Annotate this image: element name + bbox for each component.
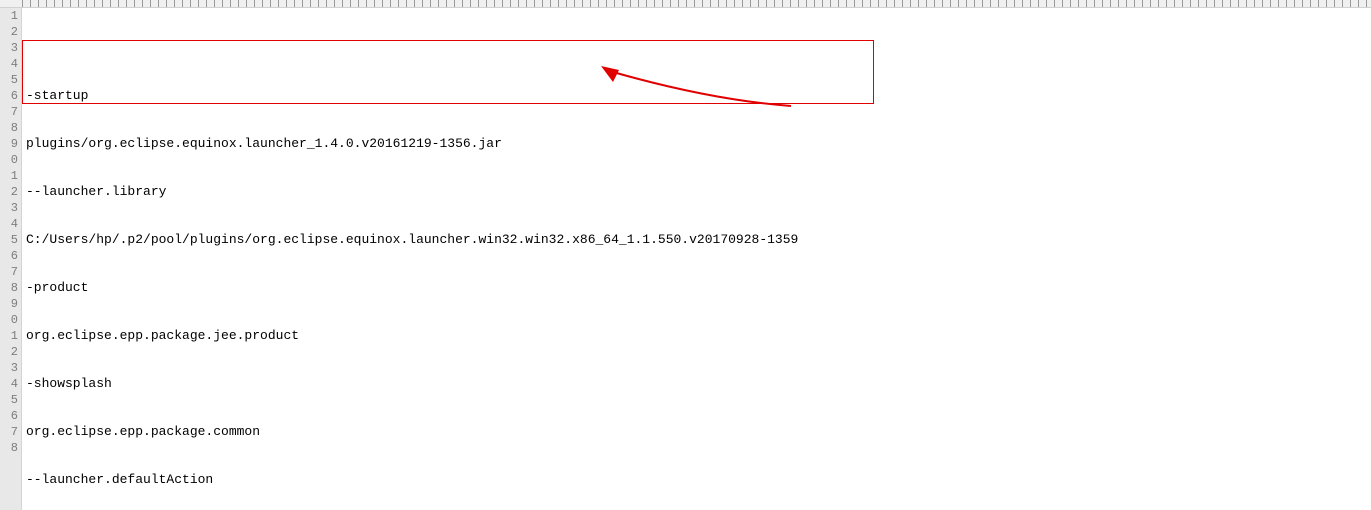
line-number: 5 (0, 392, 18, 408)
line-number: 1 (0, 328, 18, 344)
line-number: 1 (0, 168, 18, 184)
line-number: 9 (0, 136, 18, 152)
line-number: 7 (0, 104, 18, 120)
line-number: 4 (0, 376, 18, 392)
line-number: 9 (0, 296, 18, 312)
code-content[interactable]: -startup plugins/org.eclipse.equinox.lau… (22, 8, 1371, 510)
code-text: -startup (26, 88, 88, 103)
editor-ruler (0, 0, 1371, 8)
code-line[interactable]: -showsplash (26, 376, 1371, 392)
code-line[interactable]: plugins/org.eclipse.equinox.launcher_1.4… (26, 136, 1371, 152)
code-line[interactable]: org.eclipse.epp.package.common (26, 424, 1371, 440)
code-line[interactable]: --launcher.library (26, 184, 1371, 200)
line-number: 0 (0, 152, 18, 168)
line-number: 2 (0, 184, 18, 200)
line-number: 4 (0, 216, 18, 232)
code-line[interactable]: -product (26, 280, 1371, 296)
line-number: 8 (0, 440, 18, 456)
line-number: 3 (0, 200, 18, 216)
line-number: 8 (0, 120, 18, 136)
code-line[interactable]: org.eclipse.epp.package.jee.product (26, 328, 1371, 344)
line-number: 1 (0, 8, 18, 24)
code-text: -product (26, 280, 88, 295)
line-number: 3 (0, 360, 18, 376)
editor-area[interactable]: 1 2 3 4 5 6 7 8 9 0 1 2 3 4 5 6 7 8 9 0 … (0, 8, 1371, 510)
red-arrow-annotation (554, 50, 744, 90)
code-text: --launcher.library (26, 184, 166, 199)
code-line[interactable]: -startup (26, 88, 1371, 104)
code-text: C:/Users/hp/.p2/pool/plugins/org.eclipse… (26, 232, 798, 247)
code-text: org.eclipse.epp.package.jee.product (26, 328, 299, 343)
line-number: 6 (0, 88, 18, 104)
code-text: org.eclipse.epp.package.common (26, 424, 260, 439)
line-number: 3 (0, 40, 18, 56)
code-text: -showsplash (26, 376, 112, 391)
line-number: 5 (0, 232, 18, 248)
line-number-gutter: 1 2 3 4 5 6 7 8 9 0 1 2 3 4 5 6 7 8 9 0 … (0, 8, 22, 510)
code-line[interactable]: --launcher.defaultAction (26, 472, 1371, 488)
line-number: 6 (0, 408, 18, 424)
line-number: 8 (0, 280, 18, 296)
line-number: 0 (0, 312, 18, 328)
code-text: --launcher.defaultAction (26, 472, 213, 487)
code-text: plugins/org.eclipse.equinox.launcher_1.4… (26, 136, 502, 151)
code-line[interactable]: C:/Users/hp/.p2/pool/plugins/org.eclipse… (26, 232, 1371, 248)
line-number: 4 (0, 56, 18, 72)
line-number: 6 (0, 248, 18, 264)
ruler-ticks (22, 0, 1371, 8)
line-number: 7 (0, 264, 18, 280)
line-number: 2 (0, 24, 18, 40)
line-number: 5 (0, 72, 18, 88)
line-number: 2 (0, 344, 18, 360)
line-number: 7 (0, 424, 18, 440)
